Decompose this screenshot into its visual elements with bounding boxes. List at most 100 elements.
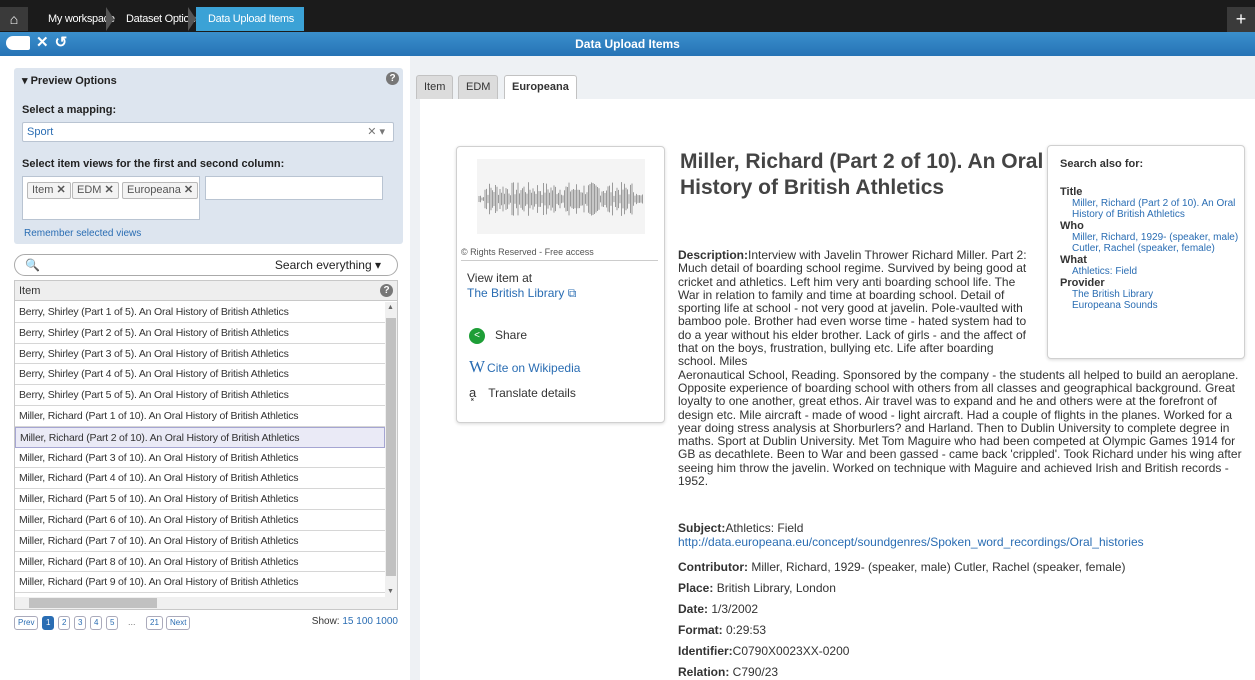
scroll-thumb[interactable] xyxy=(29,598,157,608)
first-column-views-field[interactable]: Item ✕ EDM ✕ Europeana ✕ xyxy=(22,176,200,220)
table-row[interactable]: Miller, Richard (Part 6 of 10). An Oral … xyxy=(15,510,385,531)
search-also-title-link[interactable]: Miller, Richard (Part 2 of 10). An Oral … xyxy=(1072,198,1244,220)
page-button-4[interactable]: 4 xyxy=(90,616,103,630)
identifier-field: Identifier:C0790X0023XX-0200 xyxy=(678,644,850,658)
breadcrumb-separator xyxy=(106,7,114,31)
help-icon[interactable]: ? xyxy=(386,72,399,85)
what-category: What xyxy=(1060,254,1087,266)
provider-link[interactable]: The British Library ⧉ xyxy=(467,286,576,301)
relation-field: Relation: C790/23 xyxy=(678,665,779,679)
search-icon: 🔍 xyxy=(25,258,40,272)
title-bar: ✕ ↺ Data Upload Items xyxy=(0,32,1255,56)
view-item-at-label: View item at xyxy=(467,271,533,285)
tab-item[interactable]: Item xyxy=(416,75,454,99)
table-row[interactable]: Berry, Shirley (Part 3 of 5). An Oral Hi… xyxy=(15,344,385,365)
breadcrumb-separator xyxy=(188,7,196,31)
table-row[interactable]: Miller, Richard (Part 7 of 10). An Oral … xyxy=(15,531,385,552)
place-field: Place: British Library, London xyxy=(678,581,836,595)
right-panel: Item EDM Europeana © Rights Reserved - F… xyxy=(410,56,1255,680)
provider-category: Provider xyxy=(1060,277,1105,289)
contributor-field: Contributor: Miller, Richard, 1929- (spe… xyxy=(678,560,1126,574)
table-row[interactable]: Miller, Richard (Part 3 of 10). An Oral … xyxy=(15,448,385,469)
grid-column-header[interactable]: Item ? xyxy=(15,281,397,301)
mapping-value: Sport xyxy=(27,126,54,138)
top-navigation-bar: ⌂ My workspace Dataset Options Data Uplo… xyxy=(0,0,1255,32)
wikipedia-icon: W xyxy=(469,357,486,376)
share-button[interactable]: < Share xyxy=(469,328,527,344)
audio-waveform[interactable] xyxy=(477,159,645,234)
page-size-selector[interactable]: Show: 15 100 1000 xyxy=(312,616,398,627)
cite-wikipedia-link[interactable]: W Cite on Wikipedia xyxy=(469,357,580,377)
view-tag-edm[interactable]: EDM ✕ xyxy=(72,182,119,199)
help-icon[interactable]: ? xyxy=(380,284,393,297)
page-button-3[interactable]: 3 xyxy=(74,616,87,630)
search-also-who-link[interactable]: Miller, Richard, 1929- (speaker, male) xyxy=(1072,232,1244,243)
table-row[interactable]: Berry, Shirley (Part 2 of 5). An Oral Hi… xyxy=(15,323,385,344)
view-tag-item[interactable]: Item ✕ xyxy=(27,182,71,199)
page-button-1[interactable]: 1 xyxy=(42,616,55,630)
tab-europeana[interactable]: Europeana xyxy=(504,75,577,100)
search-also-what-link[interactable]: Athletics: Field xyxy=(1072,266,1244,277)
subject-field: Subject:Athletics: Field http://data.eur… xyxy=(678,521,1144,549)
table-row[interactable]: Miller, Richard (Part 8 of 10). An Oral … xyxy=(15,552,385,573)
table-row[interactable]: Miller, Richard (Part 4 of 10). An Oral … xyxy=(15,468,385,490)
left-panel: ▾ Preview Options ? Select a mapping: Sp… xyxy=(0,56,410,680)
home-icon[interactable]: ⌂ xyxy=(0,7,28,31)
search-also-panel: Search also for: Title Miller, Richard (… xyxy=(1047,145,1245,359)
table-row[interactable]: Miller, Richard (Part 5 of 10). An Oral … xyxy=(15,489,385,510)
page-title: Data Upload Items xyxy=(575,37,680,51)
search-input[interactable]: 🔍 Search everything ▾ xyxy=(14,254,398,276)
tab-edm[interactable]: EDM xyxy=(458,75,499,99)
view-tag-europeana[interactable]: Europeana ✕ xyxy=(122,182,199,199)
prev-page-button[interactable]: Prev xyxy=(14,616,39,630)
table-row[interactable]: Miller, Richard (Part 9 of 10). An Oral … xyxy=(15,572,385,594)
mapping-select[interactable]: Sport ✕ ▾ xyxy=(22,122,394,142)
search-also-header: Search also for: xyxy=(1060,158,1144,170)
translate-details-button[interactable]: a͓ Translate details xyxy=(469,385,576,400)
table-row[interactable]: Berry, Shirley (Part 1 of 5). An Oral Hi… xyxy=(15,302,385,323)
scroll-down-icon[interactable]: ▼ xyxy=(387,588,394,595)
search-also-provider-link[interactable]: Europeana Sounds xyxy=(1072,300,1244,311)
page-button-21[interactable]: 21 xyxy=(146,616,163,630)
pagination: Prev 1 2 3 4 5 ... 21 Next Show: 15 100 … xyxy=(14,616,398,632)
translate-icon: a͓ xyxy=(469,385,477,400)
clear-dropdown-icon[interactable]: ✕ ▾ xyxy=(367,123,385,141)
preview-options-panel: ▾ Preview Options ? Select a mapping: Sp… xyxy=(14,68,403,244)
europeana-preview: © Rights Reserved - Free access View ite… xyxy=(420,99,1255,680)
add-icon[interactable]: + xyxy=(1227,7,1255,32)
subject-link[interactable]: http://data.europeana.eu/concept/soundge… xyxy=(678,535,1144,549)
horizontal-scrollbar[interactable] xyxy=(15,597,397,609)
scroll-up-icon[interactable]: ▲ xyxy=(387,304,394,311)
pager-ellipsis: ... xyxy=(128,617,136,627)
search-also-who-link[interactable]: Cutler, Rachel (speaker, female) xyxy=(1072,243,1244,254)
grid-rows: Berry, Shirley (Part 1 of 5). An Oral Hi… xyxy=(15,302,385,594)
page-button-5[interactable]: 5 xyxy=(106,616,119,630)
scroll-thumb[interactable] xyxy=(386,318,396,576)
second-column-views-field[interactable] xyxy=(205,176,383,200)
share-icon: < xyxy=(469,328,485,344)
external-link-icon: ⧉ xyxy=(567,286,577,300)
who-category: Who xyxy=(1060,220,1084,232)
copyright-icon: © xyxy=(461,247,468,257)
date-field: Date: 1/3/2002 xyxy=(678,602,759,616)
table-row[interactable]: Berry, Shirley (Part 4 of 5). An Oral Hi… xyxy=(15,364,385,386)
vertical-scrollbar[interactable]: ▲ ▼ xyxy=(385,302,397,597)
preview-options-header[interactable]: ▾ Preview Options xyxy=(22,74,117,87)
table-row[interactable]: Miller, Richard (Part 2 of 10). An Oral … xyxy=(15,426,385,448)
search-scope-dropdown[interactable]: Search everything ▾ xyxy=(275,258,381,272)
item-title: Miller, Richard (Part 2 of 10). An Oral … xyxy=(680,150,1044,199)
mapping-label: Select a mapping: xyxy=(22,104,117,116)
rights-statement: © Rights Reserved - Free access xyxy=(461,247,658,261)
search-also-provider-link[interactable]: The British Library xyxy=(1072,289,1244,300)
next-page-button[interactable]: Next xyxy=(166,616,191,630)
table-row[interactable]: Berry, Shirley (Part 5 of 5). An Oral Hi… xyxy=(15,385,385,406)
title-category: Title xyxy=(1060,186,1083,198)
remember-views-link[interactable]: Remember selected views xyxy=(24,228,141,239)
format-field: Format: 0:29:53 xyxy=(678,623,767,637)
breadcrumb-data-upload-items[interactable]: Data Upload Items xyxy=(196,7,304,31)
table-row[interactable]: Miller, Richard (Part 1 of 10). An Oral … xyxy=(15,406,385,427)
items-grid: Item ? Berry, Shirley (Part 1 of 5). An … xyxy=(14,280,398,610)
media-card: © Rights Reserved - Free access View ite… xyxy=(456,146,665,423)
views-label: Select item views for the first and seco… xyxy=(22,158,285,170)
page-button-2[interactable]: 2 xyxy=(58,616,71,630)
